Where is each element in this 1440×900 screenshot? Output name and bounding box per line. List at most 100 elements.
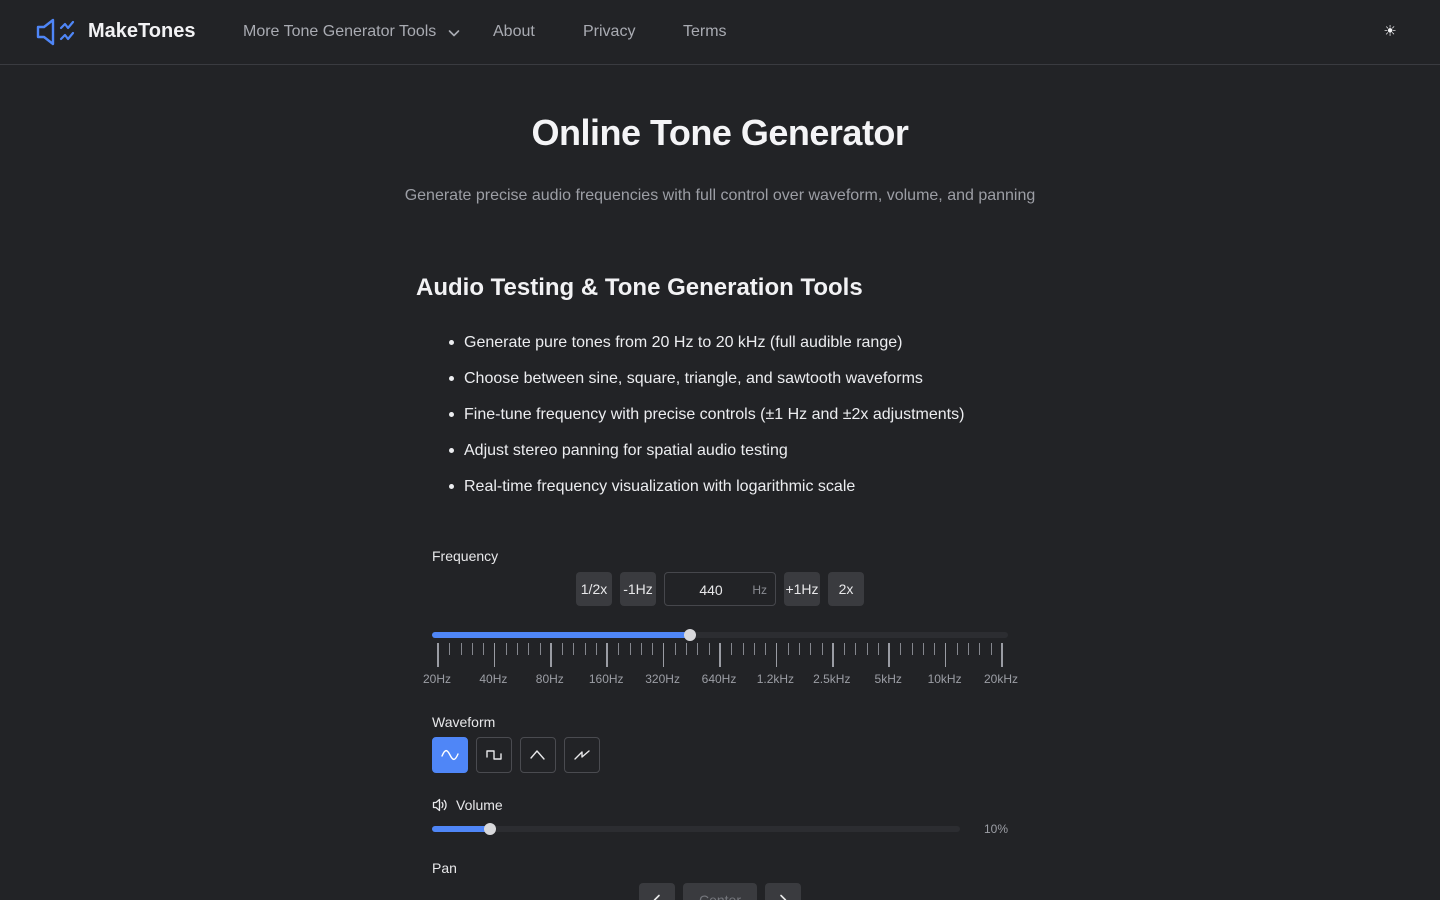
scale-minor-tick — [844, 643, 846, 655]
chevron-down-icon — [448, 30, 460, 37]
volume-slider-fill — [432, 826, 490, 832]
scale-minor-tick — [798, 643, 800, 655]
waveform-label: Waveform — [432, 714, 496, 730]
pan-label: Pan — [432, 860, 457, 876]
chevron-right-icon — [780, 894, 787, 900]
scale-label: 80Hz — [535, 672, 564, 686]
nav-about-link[interactable]: About — [493, 23, 535, 41]
scale-minor-tick — [742, 643, 744, 655]
chevron-left-icon — [653, 894, 660, 900]
scale-minor-tick — [979, 643, 981, 655]
scale-minor-tick — [674, 643, 676, 655]
page-subtitle: Generate precise audio frequencies with … — [404, 187, 1036, 204]
waveform-square-button[interactable] — [476, 737, 512, 773]
nav-terms-link[interactable]: Terms — [683, 23, 727, 41]
scale-label: 1.2kHz — [756, 672, 795, 686]
waveform-sine-button[interactable] — [432, 737, 468, 773]
scale-minor-tick — [449, 643, 451, 655]
scale-major-tick — [1001, 643, 1003, 667]
features-heading: Audio Testing & Tone Generation Tools — [416, 274, 863, 301]
scale-minor-tick — [641, 643, 643, 655]
nav-tools-label: More Tone Generator Tools — [243, 23, 437, 40]
scale-minor-tick — [923, 643, 925, 655]
volume-label: Volume — [456, 797, 503, 813]
scale-minor-tick — [877, 643, 879, 655]
scale-minor-tick — [483, 643, 485, 655]
nav-tools-dropdown[interactable]: More Tone Generator Tools — [243, 23, 462, 41]
pan-value-display: Center — [683, 883, 757, 900]
scale-minor-tick — [460, 643, 462, 655]
scale-minor-tick — [968, 643, 970, 655]
scale-minor-tick — [934, 643, 936, 655]
scale-label: 20Hz — [422, 672, 451, 686]
scale-major-tick — [832, 643, 834, 667]
scale-label: 2.5kHz — [813, 672, 851, 686]
scale-major-tick — [606, 643, 608, 667]
half-frequency-button[interactable]: 1/2x — [576, 572, 612, 606]
scale-minor-tick — [573, 643, 575, 655]
nav-privacy-link[interactable]: Privacy — [583, 23, 635, 41]
scale-minor-tick — [629, 643, 631, 655]
scale-label: 20kHz — [983, 672, 1018, 686]
scale-minor-tick — [956, 643, 958, 655]
pan-left-button[interactable] — [639, 883, 675, 900]
scale-minor-tick — [539, 643, 541, 655]
scale-minor-tick — [516, 643, 518, 655]
scale-label: 5kHz — [874, 672, 902, 686]
minus-1hz-button[interactable]: -1Hz — [620, 572, 656, 606]
volume-percentage: 10% — [984, 822, 1009, 836]
top-nav-bar: MakeTones More Tone Generator Tools Abou… — [0, 0, 1440, 65]
double-frequency-button[interactable]: 2x — [828, 572, 864, 606]
frequency-input[interactable]: 440 Hz — [664, 572, 776, 606]
scale-minor-tick — [471, 643, 473, 655]
frequency-label: Frequency — [432, 548, 499, 564]
waveform-triangle-button[interactable] — [520, 737, 556, 773]
scale-minor-tick — [810, 643, 812, 655]
scale-label: 10kHz — [927, 672, 962, 686]
scale-label: 160Hz — [588, 672, 624, 686]
scale-minor-tick — [584, 643, 586, 655]
scale-minor-tick — [855, 643, 857, 655]
logo-link[interactable] — [36, 17, 78, 47]
frequency-value: 440 — [699, 582, 723, 598]
scale-major-tick — [437, 643, 439, 667]
page-title: Online Tone Generator — [531, 112, 909, 153]
scale-major-tick — [944, 643, 947, 667]
sawtooth-wave-icon — [574, 750, 590, 760]
volume-slider-track[interactable] — [432, 826, 960, 832]
scale-label: 640Hz — [701, 672, 737, 686]
speaker-waves-icon — [36, 18, 75, 46]
volume-slider-thumb[interactable] — [484, 823, 496, 835]
scale-minor-tick — [697, 643, 699, 655]
theme-toggle-sun-icon[interactable]: ☀ — [1380, 22, 1400, 40]
frequency-slider-thumb[interactable] — [684, 629, 696, 641]
feature-item: Adjust stereo panning for spatial audio … — [448, 441, 964, 477]
pan-right-button[interactable] — [765, 883, 801, 900]
scale-minor-tick — [866, 643, 868, 655]
square-wave-icon — [486, 750, 502, 760]
waveform-sawtooth-button[interactable] — [564, 737, 600, 773]
scale-minor-tick — [618, 643, 620, 655]
feature-item: Real-time frequency visualization with l… — [448, 477, 964, 513]
scale-minor-tick — [708, 643, 710, 655]
frequency-unit: Hz — [752, 583, 767, 597]
scale-minor-tick — [505, 643, 507, 655]
scale-minor-tick — [753, 643, 755, 655]
scale-minor-tick — [595, 643, 597, 655]
brand-name[interactable]: MakeTones — [88, 20, 195, 43]
scale-minor-tick — [765, 643, 767, 655]
speaker-icon — [432, 798, 447, 812]
plus-1hz-button[interactable]: +1Hz — [784, 572, 820, 606]
sine-wave-icon — [441, 749, 459, 761]
scale-minor-tick — [652, 643, 654, 655]
scale-minor-tick — [787, 643, 789, 655]
scale-minor-tick — [911, 643, 913, 655]
scale-major-tick — [888, 643, 890, 667]
feature-item: Generate pure tones from 20 Hz to 20 kHz… — [448, 333, 964, 369]
feature-item: Fine-tune frequency with precise control… — [448, 405, 964, 441]
scale-major-tick — [662, 643, 665, 667]
pan-value: Center — [698, 892, 742, 900]
scale-minor-tick — [528, 643, 530, 655]
scale-label: 320Hz — [645, 672, 680, 686]
frequency-slider-fill — [432, 632, 690, 638]
